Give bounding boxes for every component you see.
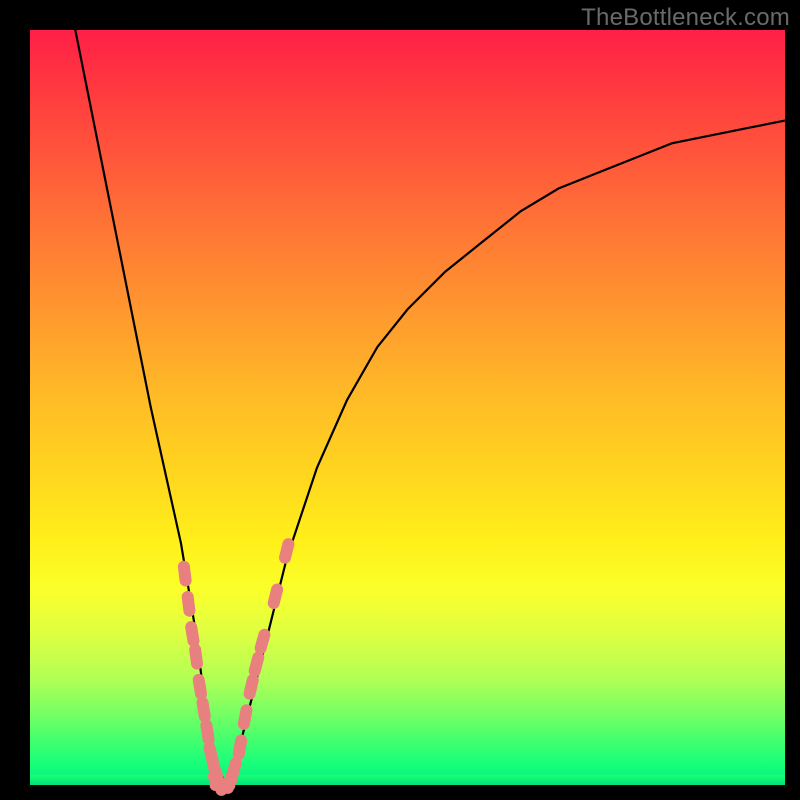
- curve-line: [75, 30, 785, 785]
- marker: [261, 635, 265, 649]
- marker: [206, 725, 208, 739]
- plot-area: [30, 30, 785, 785]
- watermark-text: TheBottleneck.com: [581, 4, 790, 32]
- marker: [250, 680, 253, 694]
- marker: [199, 680, 201, 694]
- marker: [184, 567, 186, 581]
- marker: [188, 597, 190, 611]
- marker: [195, 650, 197, 664]
- marker: [232, 763, 236, 777]
- marker: [285, 544, 288, 558]
- marker: [203, 703, 205, 717]
- chart-frame: TheBottleneck.com: [0, 0, 800, 800]
- curve-markers: [184, 544, 289, 790]
- marker: [274, 590, 277, 604]
- curve-svg: [30, 30, 785, 785]
- marker: [191, 627, 193, 641]
- marker: [255, 657, 259, 671]
- marker: [244, 710, 247, 724]
- marker: [239, 740, 241, 754]
